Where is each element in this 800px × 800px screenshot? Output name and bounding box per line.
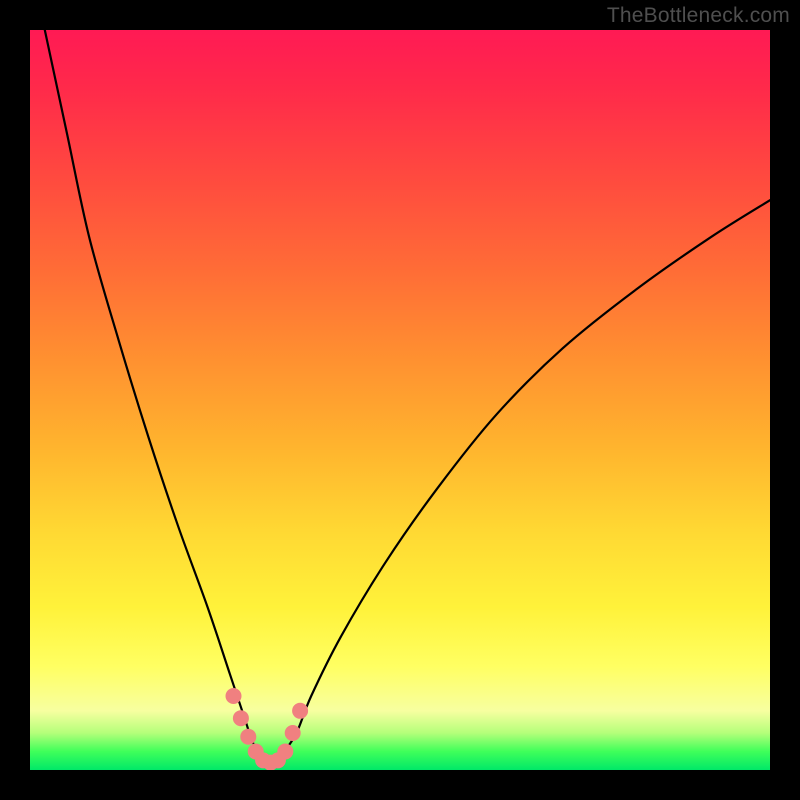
- plot-area: [30, 30, 770, 770]
- range-marker: [285, 725, 301, 741]
- chart-frame: TheBottleneck.com: [0, 0, 800, 800]
- attribution-text: TheBottleneck.com: [607, 4, 790, 28]
- range-marker: [277, 744, 293, 760]
- range-marker: [292, 703, 308, 719]
- bottleneck-curve: [45, 30, 770, 764]
- range-marker: [233, 710, 249, 726]
- range-marker: [240, 729, 256, 745]
- selected-range-markers: [226, 688, 309, 770]
- bottleneck-curve-svg: [30, 30, 770, 770]
- range-marker: [226, 688, 242, 704]
